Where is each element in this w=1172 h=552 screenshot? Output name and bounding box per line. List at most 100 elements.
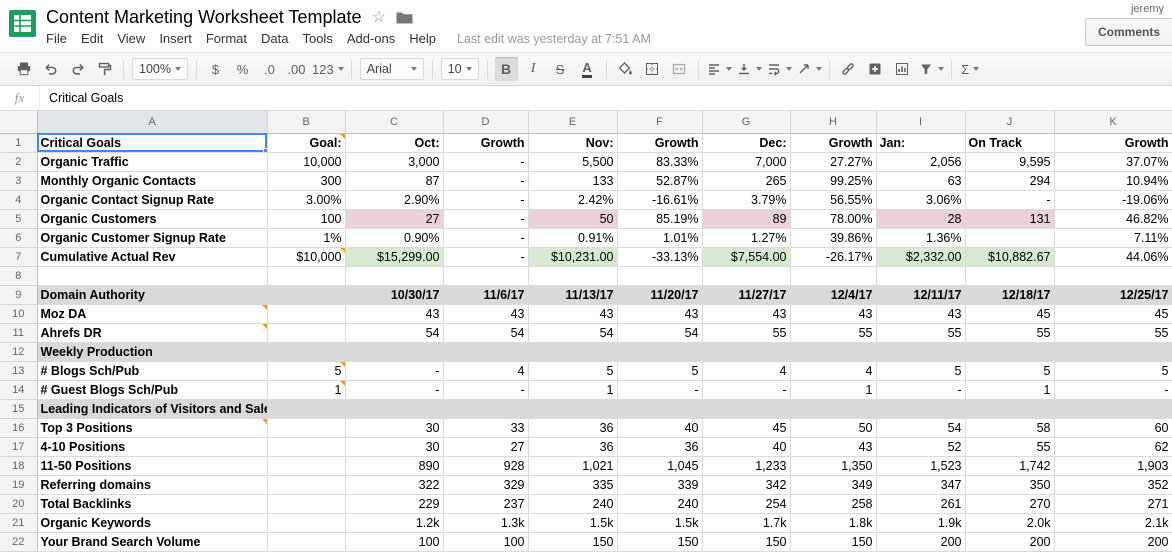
cell-B8[interactable] — [267, 266, 346, 286]
cell-J11[interactable]: 55 — [965, 323, 1055, 343]
column-header-I[interactable]: I — [876, 111, 966, 134]
cell-C22[interactable]: 100 — [345, 532, 444, 552]
print-button[interactable] — [12, 57, 35, 81]
column-header-H[interactable]: H — [790, 111, 877, 134]
row-header-20[interactable]: 20 — [0, 494, 38, 514]
cell-C7[interactable]: $15,299.00 — [345, 247, 444, 267]
column-header-D[interactable]: D — [443, 111, 529, 134]
cell-J2[interactable]: 9,595 — [965, 152, 1055, 172]
cell-B11[interactable] — [267, 323, 346, 343]
cell-D8[interactable] — [443, 266, 529, 286]
cell-F20[interactable]: 240 — [617, 494, 703, 514]
cell-B18[interactable] — [267, 456, 346, 476]
menu-tools[interactable]: Tools — [295, 29, 339, 48]
folder-icon[interactable] — [396, 11, 413, 24]
menu-insert[interactable]: Insert — [152, 29, 199, 48]
cell-I5[interactable]: 28 — [876, 209, 966, 229]
decrease-decimal-button[interactable]: .0 — [258, 57, 281, 81]
cell-K4[interactable]: -19.06% — [1054, 190, 1172, 210]
row-header-21[interactable]: 21 — [0, 513, 38, 533]
star-icon[interactable]: ☆ — [372, 9, 386, 26]
column-header-J[interactable]: J — [965, 111, 1055, 134]
cell-H3[interactable]: 99.25% — [790, 171, 877, 191]
cell-E2[interactable]: 5,500 — [528, 152, 618, 172]
cell-I11[interactable]: 55 — [876, 323, 966, 343]
cell-H1[interactable]: Growth — [790, 133, 877, 153]
sheets-logo[interactable] — [9, 10, 36, 37]
cell-G18[interactable]: 1,233 — [702, 456, 791, 476]
cell-F2[interactable]: 83.33% — [617, 152, 703, 172]
cell-H14[interactable]: 1 — [790, 380, 877, 400]
cell-K15[interactable] — [1054, 399, 1172, 419]
cell-H17[interactable]: 43 — [790, 437, 877, 457]
cell-A3[interactable]: Monthly Organic Contacts — [37, 171, 268, 191]
cell-F12[interactable] — [617, 342, 703, 362]
insert-comment-button[interactable] — [864, 57, 887, 81]
cell-D16[interactable]: 33 — [443, 418, 529, 438]
menu-view[interactable]: View — [110, 29, 152, 48]
fill-color-button[interactable] — [614, 57, 637, 81]
cell-F17[interactable]: 36 — [617, 437, 703, 457]
cell-E13[interactable]: 5 — [528, 361, 618, 381]
row-header-1[interactable]: 1 — [0, 133, 38, 153]
cell-J6[interactable] — [965, 228, 1055, 248]
cell-K12[interactable] — [1054, 342, 1172, 362]
cell-A4[interactable]: Organic Contact Signup Rate — [37, 190, 268, 210]
borders-button[interactable] — [641, 57, 664, 81]
menu-addons[interactable]: Add-ons — [340, 29, 402, 48]
cell-G21[interactable]: 1.7k — [702, 513, 791, 533]
row-header-18[interactable]: 18 — [0, 456, 38, 476]
cell-D21[interactable]: 1.3k — [443, 513, 529, 533]
undo-button[interactable] — [39, 57, 62, 81]
cell-K19[interactable]: 352 — [1054, 475, 1172, 495]
format-percent-button[interactable]: % — [231, 57, 254, 81]
cell-K17[interactable]: 62 — [1054, 437, 1172, 457]
cell-D13[interactable]: 4 — [443, 361, 529, 381]
cell-C1[interactable]: Oct: — [345, 133, 444, 153]
cell-B15[interactable] — [267, 399, 346, 419]
cell-B13[interactable]: 5 — [267, 361, 346, 381]
cell-G13[interactable]: 4 — [702, 361, 791, 381]
cell-B6[interactable]: 1% — [267, 228, 346, 248]
cell-K1[interactable]: Growth — [1054, 133, 1172, 153]
cell-D6[interactable]: - — [443, 228, 529, 248]
last-edit-text[interactable]: Last edit was yesterday at 7:51 AM — [457, 32, 651, 46]
cell-J18[interactable]: 1,742 — [965, 456, 1055, 476]
column-header-K[interactable]: K — [1054, 111, 1172, 134]
cell-K20[interactable]: 271 — [1054, 494, 1172, 514]
cell-I8[interactable] — [876, 266, 966, 286]
cell-D7[interactable]: - — [443, 247, 529, 267]
cell-E9[interactable]: 11/13/17 — [528, 285, 618, 305]
cell-F21[interactable]: 1.5k — [617, 513, 703, 533]
cell-B12[interactable] — [267, 342, 346, 362]
row-header-13[interactable]: 13 — [0, 361, 38, 381]
cell-E22[interactable]: 150 — [528, 532, 618, 552]
row-header-14[interactable]: 14 — [0, 380, 38, 400]
cell-K6[interactable]: 7.11% — [1054, 228, 1172, 248]
font-family-select[interactable]: Arial — [359, 58, 424, 80]
cell-A19[interactable]: Referring domains — [37, 475, 268, 495]
cell-H12[interactable] — [790, 342, 877, 362]
cell-B21[interactable] — [267, 513, 346, 533]
cell-K16[interactable]: 60 — [1054, 418, 1172, 438]
functions-button[interactable]: Σ — [959, 57, 982, 81]
cell-C9[interactable]: 10/30/17 — [345, 285, 444, 305]
column-header-C[interactable]: C — [345, 111, 444, 134]
cell-F7[interactable]: -33.13% — [617, 247, 703, 267]
cell-F16[interactable]: 40 — [617, 418, 703, 438]
cell-H11[interactable]: 55 — [790, 323, 877, 343]
cell-H18[interactable]: 1,350 — [790, 456, 877, 476]
cell-A11[interactable]: Ahrefs DR — [37, 323, 268, 343]
cell-J10[interactable]: 45 — [965, 304, 1055, 324]
column-header-G[interactable]: G — [702, 111, 791, 134]
cell-E4[interactable]: 2.42% — [528, 190, 618, 210]
cell-E20[interactable]: 240 — [528, 494, 618, 514]
cell-H9[interactable]: 12/4/17 — [790, 285, 877, 305]
cell-I21[interactable]: 1.9k — [876, 513, 966, 533]
cell-B4[interactable]: 3.00% — [267, 190, 346, 210]
font-size-select[interactable]: 10 — [440, 58, 479, 80]
cell-F10[interactable]: 43 — [617, 304, 703, 324]
cell-G15[interactable] — [702, 399, 791, 419]
cell-A1[interactable]: Critical Goals — [37, 133, 268, 153]
cell-K9[interactable]: 12/25/17 — [1054, 285, 1172, 305]
